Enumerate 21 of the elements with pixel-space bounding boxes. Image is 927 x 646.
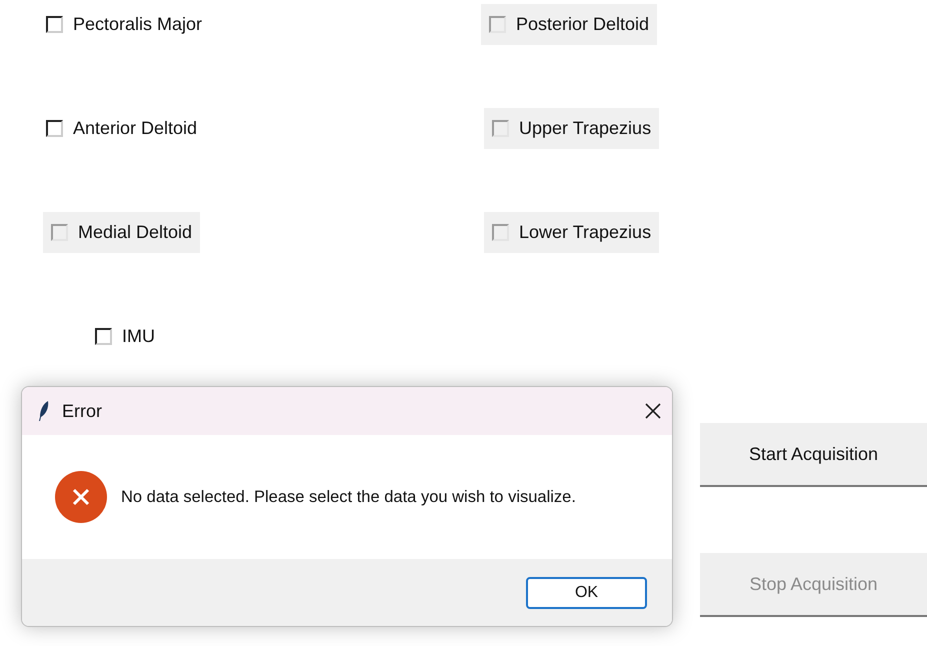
checkbox[interactable] — [46, 120, 63, 137]
ok-button[interactable]: OK — [526, 576, 647, 608]
checkbox[interactable] — [492, 120, 509, 137]
window-title: Error — [62, 400, 103, 422]
checkbox[interactable] — [489, 16, 506, 33]
checkbox-option[interactable]: Anterior Deltoid — [43, 108, 204, 149]
checkbox[interactable] — [51, 224, 68, 241]
error-message: No data selected. Please select the data you wish to visualize. — [121, 486, 576, 508]
checkbox-option[interactable]: IMU — [92, 316, 161, 357]
checkbox[interactable] — [492, 224, 509, 241]
checkbox-option[interactable]: Posterior Deltoid — [481, 4, 658, 45]
checkbox-option[interactable]: Pectoralis Major — [43, 4, 208, 45]
checkbox-option[interactable]: Lower Trapezius — [484, 212, 660, 253]
checkbox[interactable] — [95, 328, 112, 345]
error-icon — [55, 471, 107, 523]
start-button[interactable]: Start Acquisition — [700, 423, 927, 487]
feather-icon — [38, 400, 50, 422]
close-icon[interactable] — [644, 402, 662, 420]
checkbox-option[interactable]: Medial Deltoid — [43, 212, 200, 253]
checkbox[interactable] — [46, 16, 63, 33]
checkbox-option[interactable]: Upper Trapezius — [484, 108, 660, 149]
